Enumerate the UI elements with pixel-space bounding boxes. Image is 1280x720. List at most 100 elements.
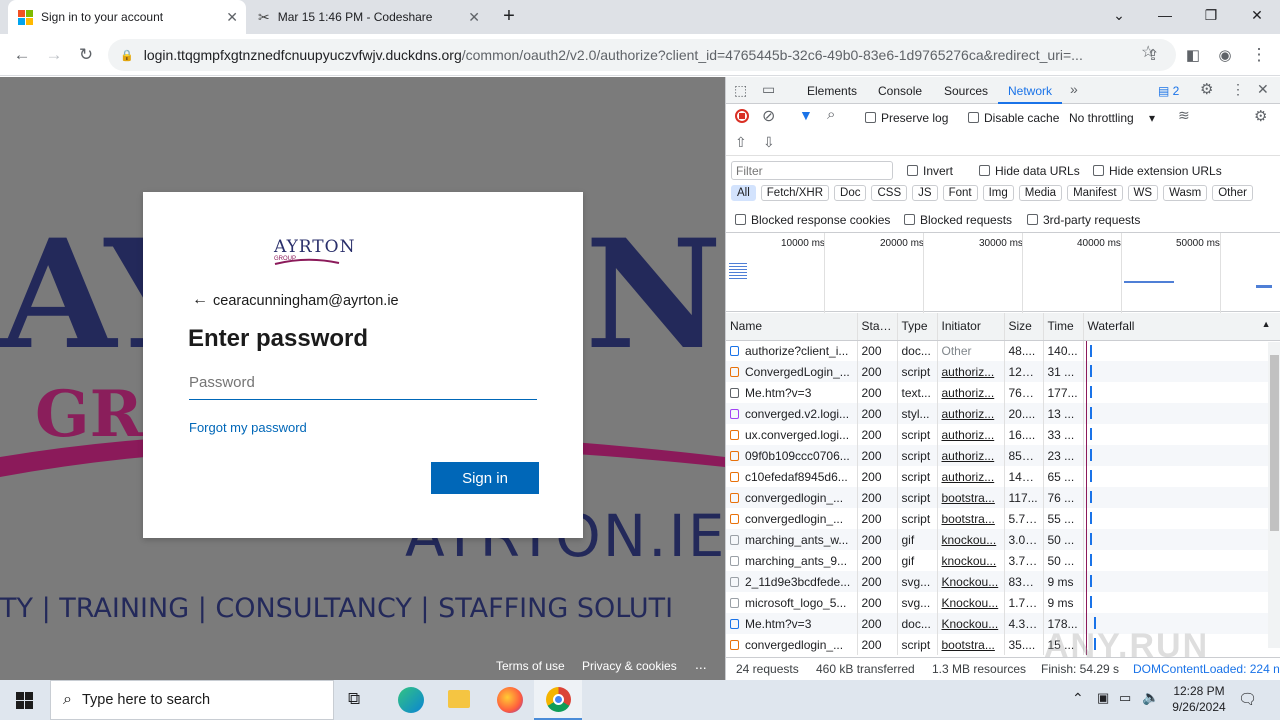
column-header-name[interactable]: Name [726,313,858,341]
type-filter-manifest[interactable]: Manifest [1067,185,1123,201]
table-row[interactable]: ux.converged.logi... 200 script authoriz...… [726,424,1280,445]
type-filter-media[interactable]: Media [1018,185,1063,201]
table-row[interactable]: converged.v2.logi... 200 styl... authoriz..… [726,403,1280,424]
file-explorer-icon[interactable] [448,690,470,708]
close-devtools-icon[interactable]: ✕ [1257,81,1269,98]
filter-input[interactable] [731,161,893,180]
more-options-link[interactable]: ... [695,656,707,672]
taskbar-search-box[interactable]: ⌕ Type here to search [50,680,334,720]
column-header-type[interactable]: Type [897,313,938,341]
request-initiator[interactable]: authoriz... [937,424,1005,445]
table-row[interactable]: authorize?client_i... 200 doc... Other 48...… [726,340,1280,361]
clear-icon[interactable]: ⊘ [762,106,775,126]
type-filter-css[interactable]: CSS [871,185,908,201]
forgot-password-link[interactable]: Forgot my password [189,420,307,435]
column-header-size[interactable]: Size [1004,313,1044,341]
disable-cache-checkbox[interactable]: Disable cache [968,111,1059,125]
sign-in-button[interactable]: Sign in [431,462,539,494]
type-filter-doc[interactable]: Doc [834,185,867,201]
type-filter-img[interactable]: Img [982,185,1014,201]
type-filter-all[interactable]: All [731,185,756,201]
new-tab-button[interactable]: + [498,6,520,28]
close-tab-icon[interactable]: ✕ [468,9,480,26]
chrome-taskbar-button[interactable] [534,680,582,720]
tab-console[interactable]: Console [878,84,922,98]
hide-data-urls-checkbox[interactable]: Hide data URLs [979,164,1080,178]
request-initiator[interactable]: knockou... [937,550,1005,571]
issues-badge[interactable]: ▤ 2 [1158,84,1179,98]
settings-gear-icon[interactable]: ⚙ [1200,80,1213,98]
tab-sign-in[interactable]: Sign in to your account ✕ [8,0,246,34]
request-initiator[interactable]: knockou... [937,529,1005,550]
table-row[interactable]: marching_ants_9... 200 gif knockou... 3.7 ..… [726,550,1280,571]
column-header-status[interactable]: Stat... [857,313,898,341]
start-button[interactable] [0,680,48,720]
task-view-icon[interactable]: ⧉ [348,689,360,709]
menu-kebab-icon[interactable]: ⋮ [1246,42,1272,68]
address-bar[interactable]: 🔒 login.ttqgmpfxgtnznedfcnuupyuczvfwjv.d… [108,39,1176,71]
notifications-icon[interactable]: 🗨 [1238,690,1257,708]
maximize-button[interactable]: ❐ [1188,0,1234,30]
type-filter-wasm[interactable]: Wasm [1163,185,1208,201]
tab-elements[interactable]: Elements [807,84,857,98]
tab-sources[interactable]: Sources [944,84,988,98]
request-initiator[interactable]: authoriz... [937,361,1005,382]
request-initiator[interactable]: bootstra... [937,487,1005,508]
request-initiator[interactable]: authoriz... [937,466,1005,487]
table-row[interactable]: marching_ants_w... 200 gif knockou... 3.0 ..… [726,529,1280,550]
table-scrollbar[interactable] [1268,342,1280,648]
minimize-button[interactable]: — [1142,0,1188,30]
table-row[interactable]: 2_11d9e3bcdfede... 200 svg... Knockou... 838… [726,571,1280,592]
column-header-time[interactable]: Time [1043,313,1084,341]
search-icon[interactable]: ⌕ [827,106,835,123]
privacy-link[interactable]: Privacy & cookies [582,659,677,673]
table-row[interactable]: convergedlogin_... 200 script bootstra... 5.… [726,508,1280,529]
invert-checkbox[interactable]: Invert [907,164,953,178]
profile-icon[interactable]: ◉ [1212,42,1238,68]
request-initiator[interactable]: authoriz... [937,403,1005,424]
more-tabs-icon[interactable]: » [1070,81,1078,97]
type-filter-js[interactable]: JS [912,185,938,201]
tab-network[interactable]: Network [998,77,1063,104]
table-row[interactable]: convergedlogin_... 200 script bootstra... 11… [726,487,1280,508]
forward-icon[interactable]: → [41,42,67,68]
request-initiator[interactable]: Knockou... [937,571,1005,592]
column-header-initiator[interactable]: Initiator [937,313,1005,341]
back-icon[interactable]: ← [9,42,35,68]
volume-icon[interactable]: 🔈 [1142,689,1159,706]
throttling-select[interactable]: No throttling ▾ [1069,111,1155,125]
network-conditions-icon[interactable]: ≋ [1178,107,1190,124]
overview-timeline[interactable]: 10000 ms 20000 ms 30000 ms 40000 ms 5000… [726,232,1280,313]
column-header-waterfall[interactable]: Waterfall ▲ [1083,313,1280,341]
inspect-icon[interactable]: ⬚ [734,82,747,99]
third-party-checkbox[interactable]: 3rd-party requests [1027,213,1140,227]
request-initiator[interactable]: Knockou... [937,613,1005,634]
edge-icon[interactable] [398,687,424,713]
network-icon[interactable]: ▭ [1119,690,1131,706]
network-settings-icon[interactable]: ⚙ [1254,107,1267,125]
terms-link[interactable]: Terms of use [496,659,565,673]
request-initiator[interactable]: Knockou... [937,592,1005,613]
upload-icon[interactable]: ⇧ [735,134,747,151]
tab-search-icon[interactable]: ⌄ [1096,0,1142,30]
table-row[interactable]: c10efedaf8945d6... 200 script authoriz... 14… [726,466,1280,487]
type-filter-other[interactable]: Other [1212,185,1253,201]
request-initiator[interactable]: authoriz... [937,445,1005,466]
hide-extension-urls-checkbox[interactable]: Hide extension URLs [1093,164,1222,178]
table-row[interactable]: Me.htm?v=3 200 text... authoriz... 761 B 177.… [726,382,1280,403]
firefox-icon[interactable] [497,687,523,713]
table-row[interactable]: ConvergedLogin_... 200 script authoriz... 12… [726,361,1280,382]
bookmark-star-icon[interactable]: ☆ [1141,42,1155,62]
tray-device-icon[interactable]: ▣ [1097,690,1109,706]
blocked-requests-checkbox[interactable]: Blocked requests [904,213,1012,227]
request-initiator[interactable]: authoriz... [937,382,1005,403]
device-toggle-icon[interactable]: ▭ [762,81,775,98]
clock[interactable]: 12:28 PM 9/26/2024 [1160,683,1238,715]
type-filter-ws[interactable]: WS [1127,185,1159,201]
sidepanel-icon[interactable]: ◧ [1180,42,1206,68]
request-initiator[interactable]: bootstra... [937,634,1005,655]
back-arrow-icon[interactable]: ← [192,291,208,309]
tray-chevron-icon[interactable]: ⌃ [1072,690,1084,707]
download-icon[interactable]: ⇩ [763,134,775,151]
filter-funnel-icon[interactable]: ▼ [799,107,813,123]
